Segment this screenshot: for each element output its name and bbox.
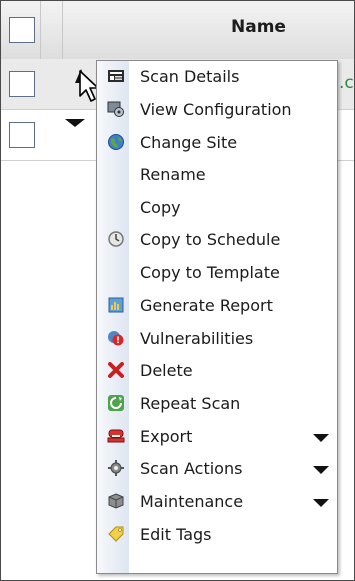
copy-to-schedule-icon — [108, 231, 124, 247]
menu-item-copy-to-template[interactable]: Copy to Template — [97, 260, 337, 287]
scan-details-icon — [108, 70, 124, 82]
scan-actions-icon — [108, 460, 124, 476]
submenu-arrow-icon — [313, 466, 329, 474]
menu-item-label: Copy — [140, 198, 181, 217]
menu-item-label: Edit Tags — [140, 525, 212, 544]
menu-item-label: Copy to Template — [140, 263, 280, 282]
menu-item-scan-actions[interactable]: Scan Actions — [97, 456, 337, 483]
menu-item-label: Export — [140, 427, 193, 446]
menu-item-view-configuration[interactable]: View Configuration — [97, 97, 337, 124]
menu-item-rename[interactable]: Rename — [97, 162, 337, 189]
delete-icon — [108, 362, 124, 378]
row-checkbox[interactable] — [9, 122, 35, 148]
menu-item-vulnerabilities[interactable]: Vulnerabilities — [97, 326, 337, 353]
menu-item-label: Copy to Schedule — [140, 230, 281, 249]
export-icon — [107, 429, 125, 443]
name-column-header[interactable]: Name — [231, 17, 286, 37]
change-site-icon — [108, 134, 124, 150]
context-menu: Scan Details View Configuration Change S… — [96, 60, 338, 574]
vulnerabilities-icon — [108, 331, 124, 346]
edit-tags-icon — [108, 526, 124, 542]
menu-item-change-site[interactable]: Change Site — [97, 130, 337, 157]
menu-item-scan-details[interactable]: Scan Details — [97, 64, 337, 91]
maintenance-icon — [108, 493, 124, 509]
table-header-row: Name — [1, 1, 354, 60]
row-name-fragment[interactable]: .c — [339, 73, 354, 93]
menu-item-label: Change Site — [140, 133, 238, 152]
row-checkbox[interactable] — [9, 71, 35, 97]
menu-item-label: Scan Details — [140, 67, 240, 86]
menu-item-delete[interactable]: Delete — [97, 358, 337, 385]
menu-item-label: View Configuration — [140, 100, 292, 119]
menu-item-copy[interactable]: Copy — [97, 195, 337, 222]
row-menu-dropdown-icon[interactable] — [65, 119, 85, 127]
menu-item-copy-to-schedule[interactable]: Copy to Schedule — [97, 227, 337, 254]
submenu-arrow-icon — [313, 434, 329, 442]
menu-item-edit-tags[interactable]: Edit Tags — [97, 522, 337, 549]
view-configuration-icon — [107, 101, 124, 117]
menu-item-maintenance[interactable]: Maintenance — [97, 489, 337, 516]
generate-report-icon — [108, 297, 124, 313]
menu-item-label: Scan Actions — [140, 459, 243, 478]
menu-item-export[interactable]: Export — [97, 424, 337, 451]
menu-item-label: Vulnerabilities — [140, 329, 254, 348]
menu-item-label: Rename — [140, 165, 206, 184]
select-all-checkbox[interactable] — [9, 17, 35, 43]
menu-item-label: Maintenance — [140, 492, 244, 511]
submenu-arrow-icon — [313, 499, 329, 507]
menu-item-label: Delete — [140, 361, 193, 380]
menu-item-label: Generate Report — [140, 296, 273, 315]
repeat-scan-icon — [108, 395, 124, 411]
menu-item-repeat-scan[interactable]: Repeat Scan — [97, 391, 337, 418]
menu-item-generate-report[interactable]: Generate Report — [97, 293, 337, 320]
menu-item-label: Repeat Scan — [140, 394, 241, 413]
